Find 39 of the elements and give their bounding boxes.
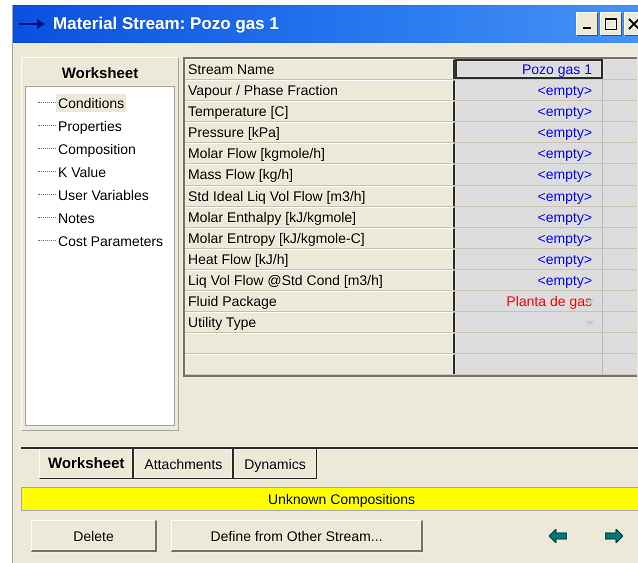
property-label: Molar Entropy [kJ/kgmole-C] (185, 228, 455, 248)
tree-item[interactable]: Notes (56, 208, 97, 226)
tree-item[interactable]: Cost Parameters (56, 232, 166, 250)
property-label: Molar Enthalpy [kJ/kgmole] (185, 206, 455, 227)
property-label: Stream Name (185, 59, 455, 80)
property-label: Std Ideal Liq Vol Flow [m3/h] (185, 186, 455, 206)
property-label: Fluid Package (185, 291, 455, 312)
property-value[interactable]: <empty> (455, 143, 603, 164)
property-value[interactable]: <empty> (455, 248, 603, 269)
tree-item[interactable]: Composition (56, 140, 138, 158)
property-value[interactable]: <empty> (455, 122, 603, 142)
property-value[interactable]: Pozo gas 1 (455, 59, 603, 80)
property-value[interactable]: <empty> (455, 80, 603, 100)
tree-item[interactable]: Conditions (56, 94, 126, 112)
sidebar-title: Worksheet (62, 64, 138, 84)
property-value[interactable]: <empty> (455, 206, 603, 227)
status-bar: Unknown Compositions (21, 487, 638, 511)
property-label: Mass Flow [kg/h] (185, 164, 455, 185)
window-title: Material Stream: Pozo gas 1 (53, 14, 280, 34)
property-value[interactable]: <empty> (455, 270, 603, 290)
tree-item[interactable]: Properties (56, 116, 124, 134)
tab[interactable]: Worksheet (39, 449, 134, 479)
define-button[interactable]: Define from Other Stream... (171, 520, 423, 552)
tab[interactable]: Dynamics (233, 449, 317, 479)
property-value[interactable]: <empty> (455, 186, 603, 206)
property-value[interactable]: <empty> (455, 101, 603, 122)
property-value[interactable]: <empty> (455, 164, 603, 185)
property-label: Utility Type (185, 312, 455, 332)
tree-item[interactable]: K Value (56, 162, 108, 180)
property-label: Liq Vol Flow @Std Cond [m3/h] (185, 270, 455, 290)
property-label: Vapour / Phase Fraction (185, 80, 455, 100)
property-value[interactable]: <empty> (455, 228, 603, 248)
delete-button[interactable]: Delete (31, 520, 157, 552)
tab[interactable]: Attachments (133, 449, 234, 479)
property-label: Heat Flow [kJ/h] (185, 248, 455, 269)
property-label: Pressure [kPa] (185, 122, 455, 142)
tree-item[interactable]: User Variables (56, 186, 151, 204)
property-label: Molar Flow [kgmole/h] (185, 143, 455, 164)
property-label: Temperature [C] (185, 101, 455, 122)
